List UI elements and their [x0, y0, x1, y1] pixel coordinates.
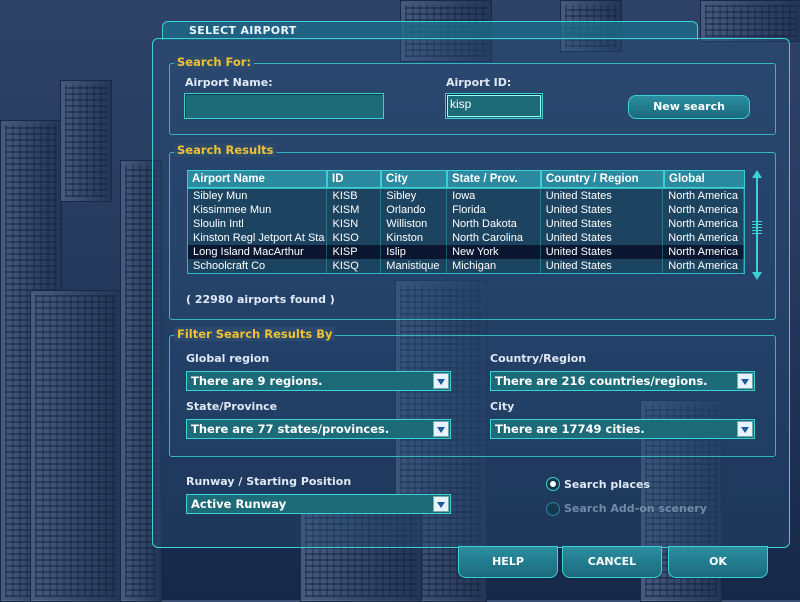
cell-city: Manistique [381, 259, 448, 273]
search-addon-radio [546, 502, 560, 516]
search-addon-label: Search Add-on scenery [564, 502, 707, 515]
col-airport-name[interactable]: Airport Name [187, 170, 327, 188]
state-province-select[interactable]: There are 77 states/provinces. [186, 419, 451, 439]
cell-country: United States [541, 189, 664, 203]
cell-state: North Dakota [447, 217, 541, 231]
global-region-select[interactable]: There are 9 regions. [186, 371, 451, 391]
help-button[interactable]: HELP [458, 546, 558, 578]
city-label: City [490, 400, 515, 413]
cell-city: Orlando [381, 203, 448, 217]
cell-state: Florida [447, 203, 541, 217]
airport-id-label: Airport ID: [446, 76, 512, 89]
filter-label: Filter Search Results By [174, 327, 336, 341]
table-row-selected[interactable]: Long Island MacArthur KISP Islip New Yor… [188, 245, 744, 259]
cell-global: North America [663, 189, 744, 203]
runway-value: Active Runway [191, 497, 287, 511]
global-region-value: There are 9 regions. [191, 374, 323, 388]
cell-state: New York [447, 245, 541, 259]
cell-global: North America [663, 231, 744, 245]
city-value: There are 17749 cities. [495, 422, 645, 436]
col-id[interactable]: ID [327, 170, 381, 188]
country-region-value: There are 216 countries/regions. [495, 374, 708, 388]
cell-airport-name: Schoolcraft Co [188, 259, 328, 273]
col-global[interactable]: Global [664, 170, 745, 188]
airport-name-label: Airport Name: [185, 76, 273, 89]
chevron-down-icon[interactable] [433, 421, 449, 437]
cell-country: United States [541, 259, 664, 273]
cell-id: KISP [327, 245, 382, 259]
cell-country: United States [541, 231, 664, 245]
chevron-down-icon[interactable] [737, 373, 753, 389]
results-scrollbar[interactable] [751, 170, 763, 280]
table-row[interactable]: Kissimmee Mun KISM Orlando Florida Unite… [188, 203, 744, 217]
cell-airport-name: Kissimmee Mun [188, 203, 328, 217]
table-row[interactable]: Sloulin Intl KISN Williston North Dakota… [188, 217, 744, 231]
state-province-value: There are 77 states/provinces. [191, 422, 390, 436]
col-city[interactable]: City [381, 170, 447, 188]
cell-city: Sibley [381, 189, 448, 203]
cell-city: Williston [381, 217, 448, 231]
state-province-label: State/Province [186, 400, 278, 413]
cell-state: North Carolina [447, 231, 541, 245]
cell-country: United States [541, 203, 664, 217]
cell-id: KISQ [327, 259, 382, 273]
cell-state: Michigan [447, 259, 541, 273]
cell-airport-name: Long Island MacArthur [188, 245, 328, 259]
table-row[interactable]: Kinston Regl Jetport At Sta KISO Kinston… [188, 231, 744, 245]
cell-id: KISB [327, 189, 382, 203]
cell-airport-name: Kinston Regl Jetport At Sta [188, 231, 328, 245]
country-region-label: Country/Region [490, 352, 587, 365]
cell-global: North America [663, 203, 744, 217]
chevron-down-icon[interactable] [737, 421, 753, 437]
cell-country: United States [541, 217, 664, 231]
cell-state: Iowa [447, 189, 541, 203]
new-search-button[interactable]: New search [628, 95, 750, 119]
scroll-up-icon[interactable] [752, 170, 762, 178]
cell-id: KISO [327, 231, 382, 245]
global-region-label: Global region [186, 352, 270, 365]
cell-global: North America [663, 245, 744, 259]
cell-country: United States [541, 245, 664, 259]
cancel-button[interactable]: CANCEL [562, 546, 662, 578]
scroll-thumb[interactable] [752, 220, 762, 234]
cell-airport-name: Sibley Mun [188, 189, 328, 203]
col-state[interactable]: State / Prov. [447, 170, 541, 188]
results-table[interactable]: Airport Name ID City State / Prov. Count… [187, 170, 745, 274]
chevron-down-icon[interactable] [433, 373, 449, 389]
scroll-down-icon[interactable] [752, 272, 762, 280]
ok-button[interactable]: OK [668, 546, 768, 578]
cell-global: North America [663, 259, 744, 273]
results-table-header: Airport Name ID City State / Prov. Count… [187, 170, 745, 188]
runway-label: Runway / Starting Position [186, 475, 352, 488]
runway-select[interactable]: Active Runway [186, 494, 451, 514]
search-results-label: Search Results [174, 143, 277, 157]
cell-city: Kinston [381, 231, 448, 245]
airport-name-input[interactable] [184, 93, 384, 119]
cell-global: North America [663, 217, 744, 231]
search-for-label: Search For: [174, 55, 255, 69]
table-row[interactable]: Sibley Mun KISB Sibley Iowa United State… [188, 189, 744, 203]
chevron-down-icon[interactable] [433, 496, 449, 512]
cell-id: KISN [327, 217, 382, 231]
cell-city: Islip [381, 245, 448, 259]
table-row[interactable]: Schoolcraft Co KISQ Manistique Michigan … [188, 259, 744, 273]
cell-airport-name: Sloulin Intl [188, 217, 328, 231]
col-country[interactable]: Country / Region [541, 170, 664, 188]
results-count: ( 22980 airports found ) [186, 293, 335, 306]
dialog-title: SELECT AIRPORT [189, 24, 297, 37]
city-select[interactable]: There are 17749 cities. [490, 419, 755, 439]
airport-id-input[interactable]: kisp [445, 93, 543, 119]
cell-id: KISM [327, 203, 382, 217]
search-places-label[interactable]: Search places [564, 478, 650, 491]
results-table-body: Sibley Mun KISB Sibley Iowa United State… [187, 188, 745, 274]
country-region-select[interactable]: There are 216 countries/regions. [490, 371, 755, 391]
search-places-radio[interactable] [546, 477, 560, 491]
